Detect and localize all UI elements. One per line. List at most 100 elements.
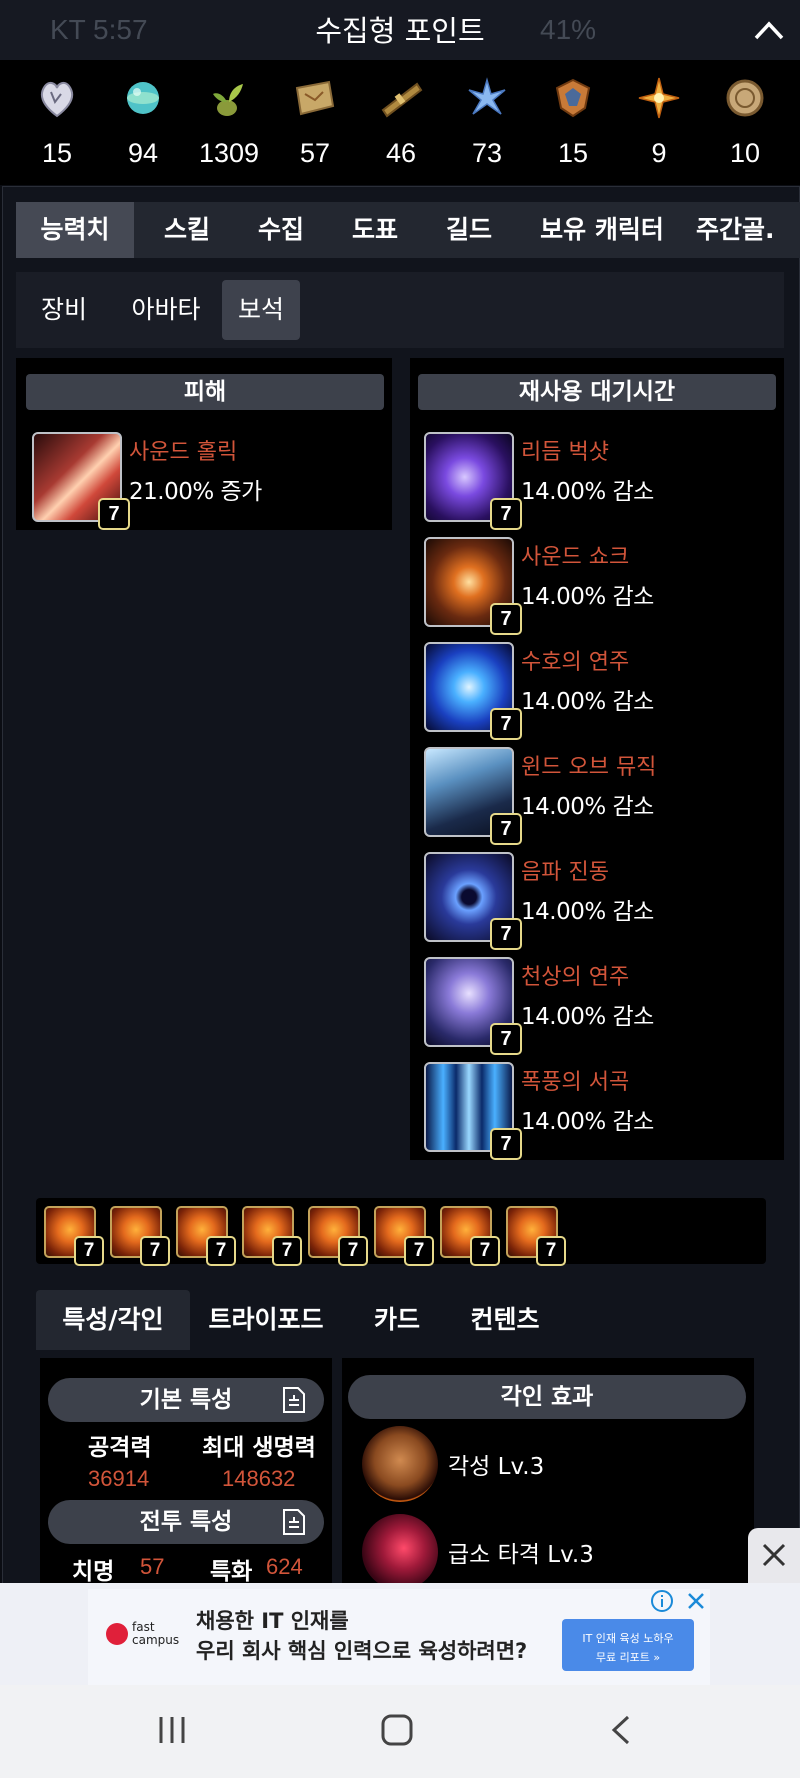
engravings-header: 각인 효과 [348, 1375, 746, 1419]
gem-item[interactable]: 7 음파 진동 14.00% 감소 [424, 852, 800, 952]
currency-value: 46 [385, 138, 417, 168]
currency-value: 94 [127, 138, 159, 168]
gem-level-badge: 7 [404, 1236, 434, 1266]
gem-level-badge: 7 [140, 1236, 170, 1266]
basic-traits-title: 기본 특성 [139, 1387, 233, 1413]
tab-contents[interactable]: 컨텐츠 [460, 1290, 550, 1350]
combat-traits-title: 전투 특성 [139, 1509, 233, 1535]
currency-item[interactable]: 1309 [189, 76, 269, 169]
currency-value: 10 [729, 138, 761, 168]
gem-slot[interactable]: 7 [374, 1206, 434, 1266]
gem-effect-value: 14.00% 감소 [521, 479, 654, 505]
currency-item[interactable]: 10 [705, 76, 785, 169]
tab-traits-engravings[interactable]: 특성/각인 [36, 1290, 190, 1350]
ad-line-1: 채용한 IT 인재를 [196, 1609, 349, 1633]
gem-item[interactable]: 7 천상의 연주 14.00% 감소 [424, 957, 800, 1057]
gem-item[interactable]: 7 폭풍의 서곡 14.00% 감소 [424, 1062, 800, 1162]
gem-skill-name: 음파 진동 [521, 860, 609, 885]
gem-level-badge: 7 [536, 1236, 566, 1266]
currency-item[interactable]: 9 [619, 76, 699, 169]
gem-level-badge: 7 [272, 1236, 302, 1266]
main-tabs: 능력치 스킬 수집 도표 길드 보유 캐릭터 주간골. [16, 202, 800, 258]
attack-label: 공격력 [88, 1435, 152, 1461]
tab-characters[interactable]: 보유 캐릭터 [522, 202, 682, 258]
heart-icon [40, 81, 74, 118]
gem-slot[interactable]: 7 [506, 1206, 566, 1266]
specialization-value: 624 [266, 1554, 303, 1579]
currency-value: 9 [651, 138, 667, 168]
currency-item[interactable]: 15 [17, 76, 97, 169]
tab-collection[interactable]: 수집 [240, 202, 322, 258]
cooldown-gem-column: 재사용 대기시간 7 리듬 벅샷 14.00% 감소 7 사운드 쇼크 14.0… [410, 358, 784, 1160]
crit-value: 57 [140, 1554, 165, 1579]
tab-cards[interactable]: 카드 [362, 1290, 432, 1350]
subtab-avatar[interactable]: 아바타 [116, 280, 216, 340]
attack-value: 36914 [88, 1466, 150, 1491]
ad-cta-button[interactable]: IT 인재 육성 노하우 무료 리포트 » [562, 1619, 694, 1671]
combat-traits-header: 전투 특성 [48, 1500, 324, 1544]
crest-icon [555, 78, 591, 118]
currency-item[interactable]: 46 [361, 76, 441, 169]
subtab-equipment[interactable]: 장비 [30, 280, 98, 340]
gem-item[interactable]: 7 사운드 쇼크 14.00% 감소 [424, 537, 800, 637]
star-icon [638, 77, 680, 119]
fastcampus-logo-icon [106, 1623, 128, 1645]
document-icon[interactable] [282, 1508, 306, 1536]
chevron-up-icon[interactable] [752, 14, 786, 44]
tab-weekly-gold[interactable]: 주간골. [696, 202, 800, 258]
gem-level-badge: 7 [98, 498, 130, 530]
gem-level-badge: 7 [490, 498, 522, 530]
ad-dismiss-icon[interactable] [684, 1589, 708, 1613]
subtab-gems[interactable]: 보석 [222, 280, 300, 340]
document-icon[interactable] [282, 1386, 306, 1414]
sub-tabs: 장비 아바타 보석 [16, 272, 784, 348]
currency-value: 15 [557, 138, 589, 168]
currency-item[interactable]: 73 [447, 76, 527, 169]
gem-level-badge: 7 [470, 1236, 500, 1266]
tab-tripod[interactable]: 트라이포드 [200, 1290, 332, 1350]
ad-cta-line-1: IT 인재 육성 노하우 [582, 1632, 674, 1645]
currency-value: 57 [299, 138, 331, 168]
ad-line-2: 우리 회사 핵심 인력으로 육성하려면? [196, 1639, 528, 1663]
gem-effect-value: 14.00% 감소 [521, 794, 654, 820]
gem-slot[interactable]: 7 [176, 1206, 236, 1266]
back-icon[interactable] [606, 1713, 636, 1747]
gem-effect-value: 14.00% 감소 [521, 1004, 654, 1030]
tab-chart[interactable]: 도표 [334, 202, 416, 258]
gem-level-badge: 7 [490, 1023, 522, 1055]
currency-bar: 15 94 1309 57 46 73 15 9 10 [0, 60, 800, 185]
gem-slot[interactable]: 7 [44, 1206, 104, 1266]
gem-level-badge: 7 [74, 1236, 104, 1266]
engraving-name: 급소 타격 Lv.3 [448, 1542, 594, 1568]
gem-skill-name: 사운드 쇼크 [521, 545, 630, 570]
gem-item[interactable]: 7 사운드 홀릭 21.00% 증가 [32, 432, 412, 532]
gem-slot[interactable]: 7 [242, 1206, 302, 1266]
gem-item[interactable]: 7 리듬 벅샷 14.00% 감소 [424, 432, 800, 532]
engraving-name: 각성 Lv.3 [448, 1454, 545, 1480]
ad-cta-line-2: 무료 리포트 » [595, 1651, 661, 1664]
gem-level-badge: 7 [490, 813, 522, 845]
currency-value: 1309 [198, 138, 260, 168]
awakening-engraving-icon [362, 1426, 438, 1502]
gem-slot[interactable]: 7 [440, 1206, 500, 1266]
gem-level-badge: 7 [490, 1128, 522, 1160]
ad-banner[interactable]: fast campus 채용한 IT 인재를 우리 회사 핵심 인력으로 육성하… [0, 1583, 800, 1685]
ad-info-icon[interactable] [650, 1589, 674, 1613]
leaf-icon [468, 77, 506, 115]
currency-item[interactable]: 57 [275, 76, 355, 169]
gem-slot[interactable]: 7 [308, 1206, 368, 1266]
tab-stats[interactable]: 능력치 [16, 202, 134, 258]
tab-guild[interactable]: 길드 [428, 202, 510, 258]
gem-level-badge: 7 [490, 603, 522, 635]
gem-item[interactable]: 7 윈드 오브 뮤직 14.00% 감소 [424, 747, 800, 847]
gem-item[interactable]: 7 수호의 연주 14.00% 감소 [424, 642, 800, 742]
currency-item[interactable]: 15 [533, 76, 613, 169]
gem-skill-name: 리듬 벅샷 [521, 440, 609, 465]
tab-skills[interactable]: 스킬 [146, 202, 228, 258]
battery-percent: 41% [540, 14, 597, 45]
currency-item[interactable]: 94 [103, 76, 183, 169]
home-icon[interactable] [380, 1713, 414, 1747]
recent-apps-icon[interactable] [155, 1713, 189, 1747]
gem-slot[interactable]: 7 [110, 1206, 170, 1266]
ad-close-button[interactable] [748, 1528, 800, 1583]
